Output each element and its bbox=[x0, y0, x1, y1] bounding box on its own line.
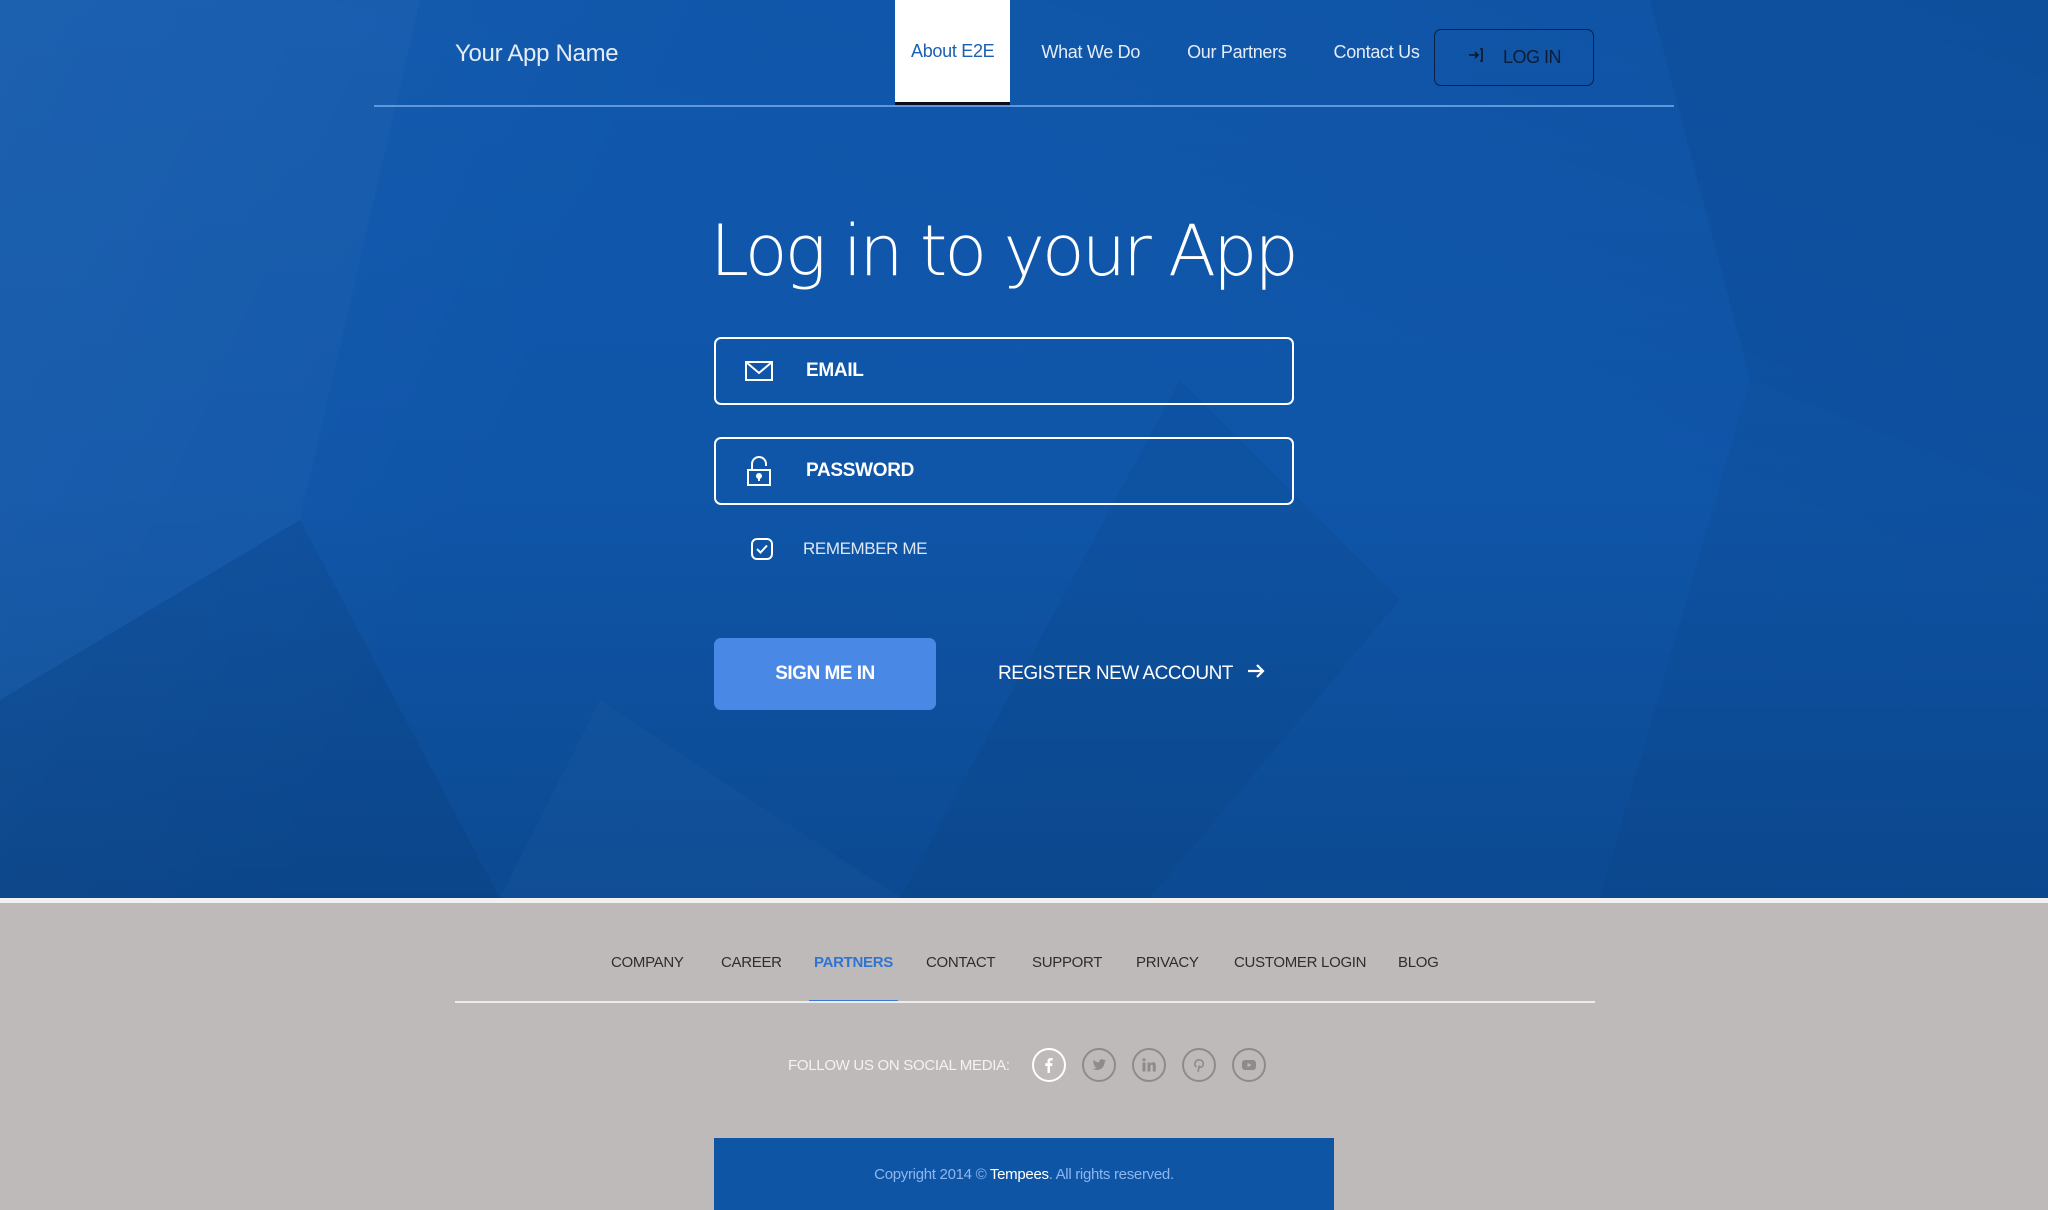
login-button-label: LOG IN bbox=[1502, 47, 1562, 67]
footer-link-career[interactable]: CAREER bbox=[721, 954, 782, 1002]
hero-background: Your App Name About E2E What We Do Our P… bbox=[0, 0, 2048, 898]
register-link-label: REGISTER NEW ACCOUNT bbox=[998, 663, 1233, 684]
footer-link-company[interactable]: COMPANY bbox=[611, 954, 684, 1002]
envelope-icon bbox=[744, 356, 774, 386]
footer-nav: COMPANY CAREER PARTNERS CONTACT SUPPORT … bbox=[455, 940, 1595, 1003]
nav-item-our-partners[interactable]: Our Partners bbox=[1171, 0, 1302, 105]
header-divider bbox=[374, 105, 1674, 107]
nav-item-about[interactable]: About E2E bbox=[895, 0, 1011, 105]
register-account-link[interactable]: REGISTER NEW ACCOUNT bbox=[998, 660, 1265, 688]
section-divider bbox=[0, 898, 2048, 903]
nav-item-what-we-do[interactable]: What We Do bbox=[1025, 0, 1156, 105]
sign-in-icon bbox=[1467, 46, 1485, 69]
main-nav: About E2E What We Do Our Partners Contac… bbox=[895, 0, 1451, 105]
password-input[interactable] bbox=[804, 459, 1268, 483]
sign-in-button[interactable]: SIGN ME IN bbox=[714, 638, 936, 710]
footer-link-customer-login[interactable]: CUSTOMER LOGIN bbox=[1234, 954, 1367, 1002]
footer-link-support[interactable]: SUPPORT bbox=[1032, 954, 1102, 1002]
copyright-suffix: . All rights reserved. bbox=[1048, 1165, 1174, 1183]
password-field[interactable] bbox=[714, 437, 1294, 505]
remember-me-checkbox[interactable]: REMEMBER ME bbox=[751, 538, 927, 560]
copyright-brand-link[interactable]: Tempees bbox=[990, 1166, 1049, 1183]
footer-link-contact[interactable]: CONTACT bbox=[926, 954, 996, 1002]
copyright-bar: Copyright 2014 © Tempees. All rights res… bbox=[714, 1138, 1334, 1210]
pinterest-icon[interactable] bbox=[1181, 1048, 1216, 1082]
footer-divider bbox=[455, 1001, 1595, 1003]
app-name-logo[interactable]: Your App Name bbox=[455, 40, 619, 68]
page-title: Log in to your App bbox=[710, 210, 1299, 292]
checkbox-checked-icon[interactable] bbox=[751, 538, 773, 560]
footer-link-partners[interactable]: PARTNERS bbox=[809, 954, 898, 1002]
social-label: FOLLOW US ON SOCIAL MEDIA: bbox=[788, 1056, 1010, 1074]
footer-link-blog[interactable]: BLOG bbox=[1398, 954, 1439, 1002]
nav-item-contact-us[interactable]: Contact Us bbox=[1318, 0, 1436, 105]
arrow-right-icon bbox=[1247, 663, 1265, 685]
header-login-button[interactable]: LOG IN bbox=[1434, 29, 1594, 86]
footer-link-privacy[interactable]: PRIVACY bbox=[1136, 954, 1199, 1002]
copyright-text: Copyright 2014 © Tempees. All rights res… bbox=[874, 1166, 1174, 1183]
email-field[interactable] bbox=[714, 337, 1294, 405]
linkedin-icon[interactable] bbox=[1131, 1048, 1166, 1082]
unlock-icon bbox=[744, 456, 774, 486]
youtube-icon[interactable] bbox=[1231, 1048, 1266, 1082]
facebook-icon[interactable] bbox=[1031, 1048, 1066, 1082]
email-input[interactable] bbox=[804, 359, 1268, 383]
copyright-prefix: Copyright 2014 © bbox=[874, 1165, 990, 1183]
twitter-icon[interactable] bbox=[1081, 1048, 1116, 1082]
remember-me-label: REMEMBER ME bbox=[803, 539, 928, 558]
social-media-row: FOLLOW US ON SOCIAL MEDIA: bbox=[788, 1048, 1282, 1082]
